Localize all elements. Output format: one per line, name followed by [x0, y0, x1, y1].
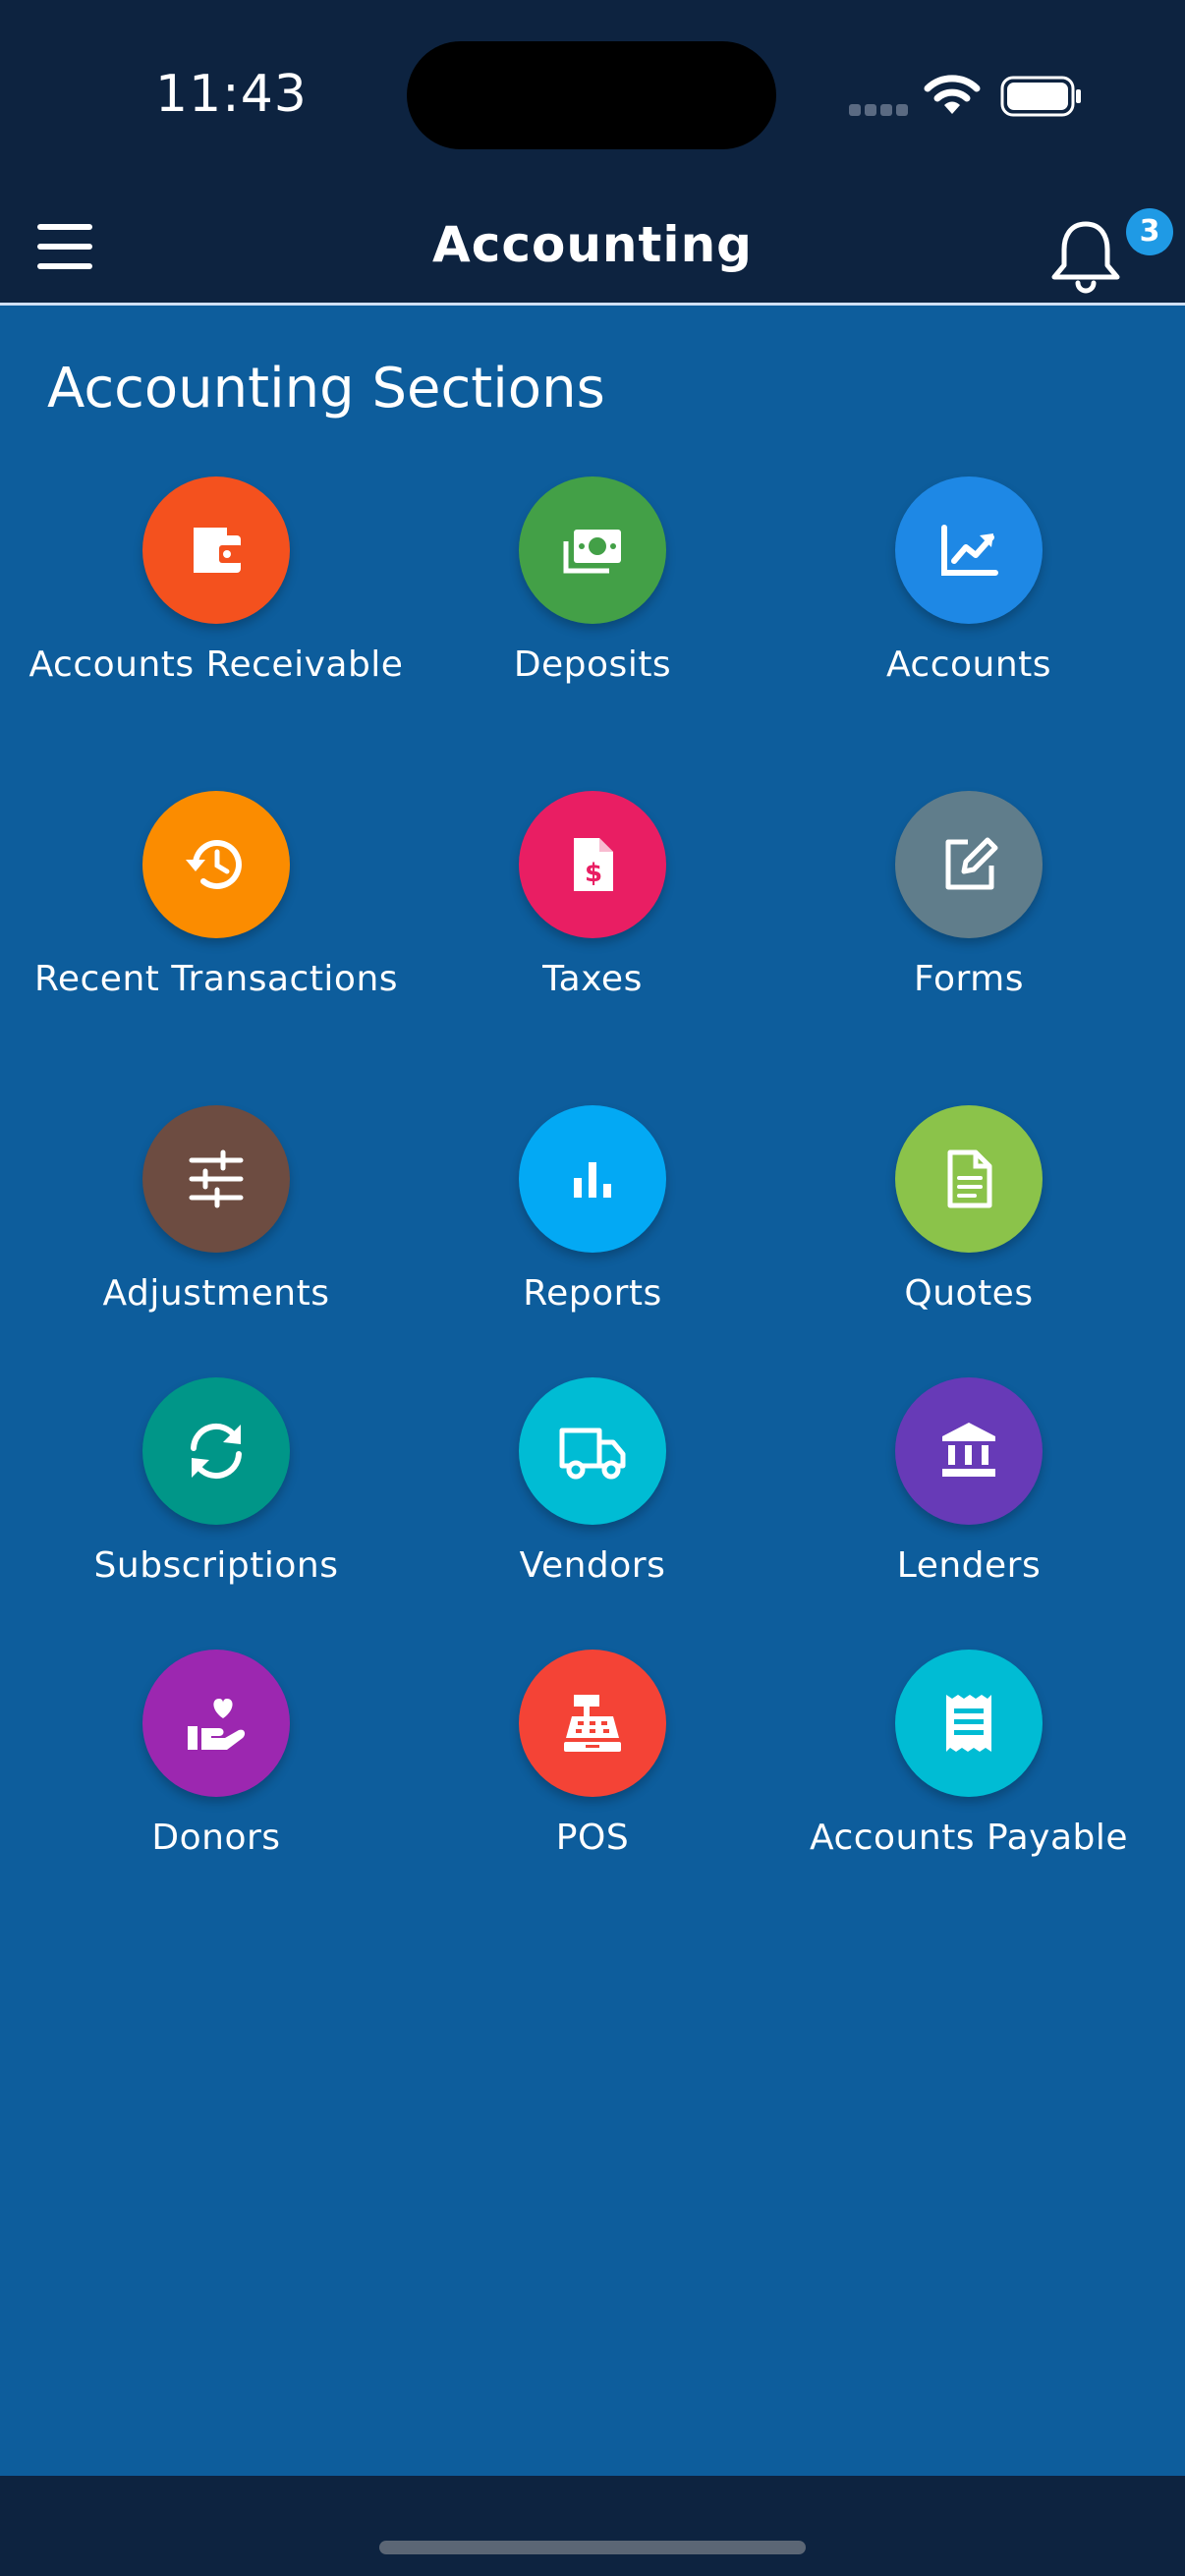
edit-icon — [945, 837, 998, 890]
tile-icon-circle — [895, 476, 1043, 624]
tile-icon-circle — [142, 1105, 290, 1253]
notifications-button[interactable] — [1042, 210, 1130, 299]
main-content: Accounting Sections Accounts Receivable … — [0, 306, 1185, 2476]
tile-label: Donors — [151, 1818, 281, 1858]
cellular-signal-icon — [849, 104, 908, 116]
tile-icon-circle — [519, 476, 666, 624]
sync-icon — [191, 1423, 242, 1480]
tile-label: Subscriptions — [93, 1545, 339, 1586]
status-time: 11:43 — [155, 65, 308, 124]
money-icon — [563, 530, 621, 574]
truck-icon — [559, 1428, 626, 1480]
tile-icon-circle — [142, 791, 290, 938]
battery-icon — [1000, 76, 1081, 117]
tile-label: Accounts Payable — [809, 1818, 1129, 1858]
bar-chart-icon — [574, 1162, 611, 1198]
tile-lenders[interactable]: Lenders — [772, 1377, 1165, 1587]
tile-icon-circle — [142, 1377, 290, 1525]
notification-badge: 3 — [1126, 208, 1173, 255]
tile-label: Vendors — [519, 1545, 666, 1586]
tile-label: Accounts — [885, 644, 1052, 685]
tile-label: Adjustments — [102, 1273, 330, 1314]
tile-recent-transactions[interactable]: Recent Transactions — [20, 791, 413, 1000]
sliders-icon — [189, 1149, 244, 1208]
tile-icon-circle — [895, 1650, 1043, 1797]
tile-icon-circle: $ — [519, 791, 666, 938]
tile-vendors[interactable]: Vendors — [396, 1377, 789, 1587]
tile-icon-circle — [895, 791, 1043, 938]
tile-adjustments[interactable]: Adjustments — [20, 1105, 413, 1315]
tile-icon-circle — [895, 1105, 1043, 1253]
tile-label: Reports — [523, 1273, 662, 1314]
tile-accounts[interactable]: Accounts — [772, 476, 1165, 686]
tile-quotes[interactable]: Quotes — [772, 1105, 1165, 1315]
tile-subscriptions[interactable]: Subscriptions — [20, 1377, 413, 1587]
tile-label: Quotes — [904, 1273, 1034, 1314]
tile-accounts-payable[interactable]: Accounts Payable — [772, 1650, 1165, 1859]
tile-label: POS — [555, 1818, 630, 1858]
receipt-icon — [946, 1695, 991, 1752]
cash-register-icon — [564, 1695, 621, 1752]
tile-label: Recent Transactions — [33, 959, 399, 999]
dynamic-island — [407, 41, 776, 149]
tile-label: Accounts Receivable — [28, 644, 404, 685]
trending-chart-icon — [941, 525, 998, 576]
tile-pos[interactable]: POS — [396, 1650, 789, 1859]
status-bar: 11:43 — [0, 0, 1185, 196]
tile-label: Taxes — [542, 959, 643, 999]
tile-icon-circle — [142, 1650, 290, 1797]
tile-label: Deposits — [513, 644, 672, 685]
tile-icon-circle — [519, 1377, 666, 1525]
svg-text:$: $ — [585, 859, 602, 888]
tile-icon-circle — [142, 476, 290, 624]
tile-label: Lenders — [896, 1545, 1042, 1586]
history-icon — [186, 840, 242, 890]
tile-donors[interactable]: Donors — [20, 1650, 413, 1859]
donate-heart-icon — [188, 1699, 246, 1750]
tile-accounts-receivable[interactable]: Accounts Receivable — [20, 476, 413, 686]
section-title: Accounting Sections — [47, 357, 605, 420]
tile-icon-circle — [895, 1377, 1043, 1525]
wallet-icon — [194, 528, 243, 573]
bell-icon — [1051, 221, 1120, 294]
tile-reports[interactable]: Reports — [396, 1105, 789, 1315]
document-icon — [947, 1149, 992, 1208]
tile-label: Forms — [914, 959, 1024, 999]
page-title: Accounting — [432, 216, 753, 273]
tax-document-icon: $ — [574, 838, 613, 891]
tile-deposits[interactable]: Deposits — [396, 476, 789, 686]
tile-icon-circle — [519, 1650, 666, 1797]
bank-icon — [942, 1423, 995, 1477]
home-indicator[interactable] — [379, 2541, 806, 2554]
tile-forms[interactable]: Forms — [772, 791, 1165, 1000]
app-header: Accounting — [0, 196, 1185, 306]
bottom-bar — [0, 2476, 1185, 2576]
tile-taxes[interactable]: $ Taxes — [396, 791, 789, 1000]
tile-icon-circle — [519, 1105, 666, 1253]
wifi-icon — [924, 75, 981, 114]
